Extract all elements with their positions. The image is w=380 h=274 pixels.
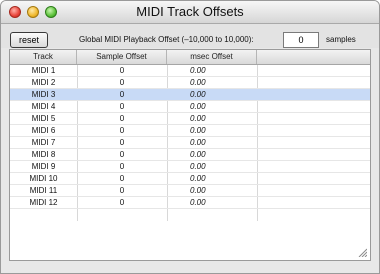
msec-offset-cell: 0.00 <box>190 186 206 195</box>
reset-button[interactable]: reset <box>10 32 48 48</box>
global-offset-input[interactable] <box>283 32 319 48</box>
sample-offset-cell[interactable]: 0 <box>77 149 167 160</box>
resize-grip-icon[interactable] <box>357 247 367 257</box>
sample-offset-cell[interactable]: 0 <box>77 101 167 112</box>
track-offsets-table: Track Sample Offset msec Offset MIDI 100… <box>9 49 371 261</box>
track-name-cell: MIDI 4 <box>31 102 56 111</box>
msec-offset-cell: 0.00 <box>190 138 206 147</box>
msec-offset-cell: 0.00 <box>190 198 206 207</box>
sample-offset-cell[interactable]: 0 <box>77 89 167 100</box>
units-label: samples <box>326 35 356 44</box>
table-header: Track Sample Offset msec Offset <box>10 50 370 65</box>
msec-offset-cell: 0.00 <box>190 114 206 123</box>
sample-offset-cell[interactable]: 0 <box>77 113 167 124</box>
sample-offset-cell[interactable]: 0 <box>77 125 167 136</box>
table-body: MIDI 1 0 0.00 MIDI 2 0 0.00 MIDI 3 0 0.00 MIDI 40… <box>10 65 370 209</box>
table-row[interactable]: MIDI 4 0 0.00 <box>10 101 370 113</box>
sample-offset-cell[interactable]: 0 <box>77 161 167 172</box>
table-row[interactable]: MIDI 3 0 0.00 <box>10 89 370 101</box>
table-row[interactable]: MIDI 8 0 0.00 <box>10 149 370 161</box>
sample-offset-cell[interactable]: 0 <box>77 77 167 88</box>
sample-offset-cell[interactable]: 0 <box>77 185 167 196</box>
track-name-cell: MIDI 1 <box>31 66 56 75</box>
table-row[interactable]: MIDI 6 0 0.00 <box>10 125 370 137</box>
track-name-cell: MIDI 9 <box>31 162 56 171</box>
sample-offset-cell[interactable]: 0 <box>77 137 167 148</box>
msec-offset-cell: 0.00 <box>190 162 206 171</box>
msec-offset-cell: 0.00 <box>190 102 206 111</box>
window-title: MIDI Track Offsets <box>136 4 244 19</box>
track-name-cell: MIDI 8 <box>31 150 56 159</box>
track-name-cell: MIDI 2 <box>31 78 56 87</box>
sample-offset-cell[interactable]: 0 <box>77 173 167 184</box>
table-row[interactable]: MIDI 7 0 0.00 <box>10 137 370 149</box>
track-name-cell: MIDI 10 <box>29 174 58 183</box>
table-row[interactable]: MIDI 2 0 0.00 <box>10 77 370 89</box>
table-row[interactable]: MIDI 10 0 0.00 <box>10 173 370 185</box>
title-bar[interactable]: MIDI Track Offsets <box>1 1 379 24</box>
toolbar: reset Global MIDI Playback Offset (–10,0… <box>1 24 379 48</box>
track-name-cell: MIDI 7 <box>31 138 56 147</box>
table-row[interactable]: MIDI 5 0 0.00 <box>10 113 370 125</box>
msec-offset-cell: 0.00 <box>190 78 206 87</box>
track-name-cell: MIDI 6 <box>31 126 56 135</box>
table-row[interactable]: MIDI 11 0 0.00 <box>10 185 370 197</box>
sample-offset-cell[interactable]: 0 <box>77 197 167 208</box>
msec-offset-cell: 0.00 <box>190 66 206 75</box>
msec-offset-cell: 0.00 <box>190 174 206 183</box>
column-header-empty <box>257 50 370 64</box>
sample-offset-cell[interactable]: 0 <box>77 65 167 76</box>
msec-offset-cell: 0.00 <box>190 150 206 159</box>
msec-offset-cell: 0.00 <box>190 126 206 135</box>
table-row[interactable]: MIDI 9 0 0.00 <box>10 161 370 173</box>
table-row[interactable]: MIDI 1 0 0.00 <box>10 65 370 77</box>
column-header-sample-offset[interactable]: Sample Offset <box>77 50 167 64</box>
global-offset-label: Global MIDI Playback Offset (–10,000 to … <box>79 35 254 44</box>
msec-offset-cell: 0.00 <box>190 90 206 99</box>
table-row[interactable]: MIDI 12 0 0.00 <box>10 197 370 209</box>
column-header-track[interactable]: Track <box>10 50 77 64</box>
column-header-msec-offset[interactable]: msec Offset <box>167 50 257 64</box>
track-name-cell: MIDI 5 <box>31 114 56 123</box>
midi-track-offsets-window: MIDI Track Offsets reset Global MIDI Pla… <box>0 0 380 274</box>
track-name-cell: MIDI 12 <box>29 198 58 207</box>
track-name-cell: MIDI 11 <box>29 186 58 195</box>
track-name-cell: MIDI 3 <box>31 90 56 99</box>
